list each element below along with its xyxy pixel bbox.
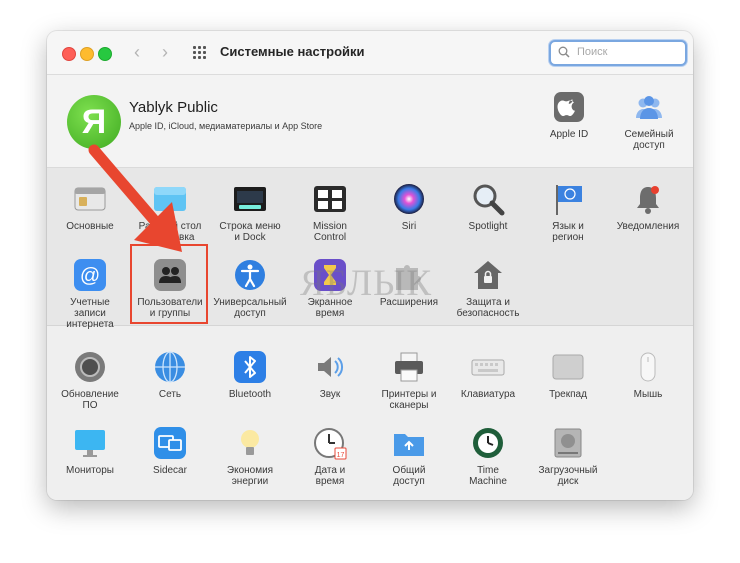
pref-notifications[interactable]: Уведомления: [608, 182, 688, 232]
watermark: ЯБЛЫК: [300, 263, 433, 304]
search-field[interactable]: Поиск: [549, 40, 687, 66]
software-update-icon: [73, 350, 107, 384]
mouse-icon: [631, 350, 665, 384]
pref-energy-saver[interactable]: Экономия энергии: [210, 426, 290, 487]
pref-label: Универсальный доступ: [213, 297, 287, 319]
pref-label: Клавиатура: [460, 389, 516, 400]
window-title: Системные настройки: [220, 44, 365, 59]
pref-label: Звук: [319, 389, 341, 400]
spotlight-icon: [471, 182, 505, 216]
mission-control-icon: [313, 182, 347, 216]
trackpad-icon: [551, 350, 585, 384]
pref-label: Уведомления: [616, 221, 680, 232]
pref-keyboard[interactable]: Клавиатура: [448, 350, 528, 400]
forward-button[interactable]: ›: [155, 41, 175, 63]
search-placeholder: Поиск: [577, 46, 608, 58]
pref-time-machine[interactable]: Time Machine: [448, 426, 528, 487]
keyboard-icon: [471, 350, 505, 384]
speaker-icon: [313, 350, 347, 384]
calendar-date: 17: [337, 452, 345, 459]
bulb-icon: [233, 426, 267, 460]
pref-network[interactable]: Сеть: [130, 350, 210, 400]
apple-icon: [552, 90, 586, 124]
pref-label: Загрузочный диск: [538, 465, 598, 487]
pref-label: Защита и безопасность: [456, 297, 520, 319]
pref-bluetooth[interactable]: Bluetooth: [210, 350, 290, 400]
profile-subtitle: Apple ID, iCloud, медиаматериалы и App S…: [129, 121, 323, 131]
svg-text:@: @: [80, 265, 100, 287]
family-sharing-icon: [632, 90, 666, 124]
pref-siri[interactable]: Siri: [369, 182, 449, 232]
pref-date-time[interactable]: 17 Дата и время: [290, 426, 370, 487]
pref-label: Трекпад: [549, 389, 587, 400]
globe-icon: [153, 350, 187, 384]
pref-label: Язык и регион: [552, 221, 584, 243]
pref-menu-bar-dock[interactable]: Строка меню и Dock: [210, 182, 290, 243]
profile-name: Yablyk Public: [129, 99, 218, 116]
pref-label: Учетные записи интернета: [66, 297, 114, 330]
clock-icon: 17: [313, 426, 347, 460]
pref-sharing[interactable]: Общий доступ: [369, 426, 449, 487]
title-bar: ‹ › Системные настройки Поиск: [47, 31, 693, 75]
house-lock-icon: [471, 258, 505, 292]
pref-language-region[interactable]: Язык и регион: [528, 182, 608, 243]
accessibility-icon: [233, 258, 267, 292]
pref-security-privacy[interactable]: Защита и безопасность: [448, 258, 528, 319]
pref-label: Дата и время: [314, 465, 346, 487]
pref-label: Сеть: [158, 389, 182, 400]
pref-internet-accounts[interactable]: @ Учетные записи интернета: [50, 258, 130, 330]
pref-label: Обновление ПО: [61, 389, 119, 411]
pref-software-update[interactable]: Обновление ПО: [50, 350, 130, 411]
pref-label: Мышь: [633, 389, 663, 400]
pref-label: Общий доступ: [392, 465, 426, 487]
flag-icon: [551, 182, 585, 216]
show-all-grid-icon[interactable]: [193, 46, 207, 60]
time-machine-icon: [471, 426, 505, 460]
dock-icon: [233, 182, 267, 216]
bell-icon: [631, 182, 665, 216]
red-arrow-icon: [88, 144, 182, 252]
pref-label: Sidecar: [153, 465, 187, 476]
pref-accessibility[interactable]: Универсальный доступ: [210, 258, 290, 319]
pref-startup-disk[interactable]: Загрузочный диск: [528, 426, 608, 487]
pref-sound[interactable]: Звук: [290, 350, 370, 400]
pref-label: Bluetooth: [228, 389, 272, 400]
pref-trackpad[interactable]: Трекпад: [528, 350, 608, 400]
pref-label: Spotlight: [468, 221, 508, 232]
pref-sidecar[interactable]: Sidecar: [130, 426, 210, 476]
pref-mouse[interactable]: Мышь: [608, 350, 688, 400]
pref-label: Apple ID: [549, 129, 589, 140]
pref-label: Мониторы: [66, 465, 114, 476]
sharing-folder-icon: [392, 426, 426, 460]
pref-printers-scanners[interactable]: Принтеры и сканеры: [369, 350, 449, 411]
pref-label: Экономия энергии: [226, 465, 274, 487]
pref-label: Mission Control: [313, 221, 347, 243]
zoom-button[interactable]: [98, 47, 112, 61]
pref-displays[interactable]: Мониторы: [50, 426, 130, 476]
pref-label: Строка меню и Dock: [219, 221, 281, 243]
pref-label: Time Machine: [469, 465, 507, 487]
pref-spotlight[interactable]: Spotlight: [448, 182, 528, 232]
sidecar-icon: [153, 426, 187, 460]
search-icon: [558, 46, 570, 58]
bluetooth-icon: [233, 350, 267, 384]
pref-label: Siri: [401, 221, 417, 232]
pref-label: Семейный доступ: [624, 129, 674, 151]
pref-family-sharing[interactable]: Семейный доступ: [609, 90, 689, 151]
display-icon: [73, 426, 107, 460]
close-button[interactable]: [62, 47, 76, 61]
siri-icon: [392, 182, 426, 216]
printer-icon: [392, 350, 426, 384]
pref-label: Принтеры и сканеры: [381, 389, 437, 411]
disk-icon: [551, 426, 585, 460]
at-icon: @: [73, 258, 107, 292]
pref-mission-control[interactable]: Mission Control: [290, 182, 370, 243]
minimize-button[interactable]: [80, 47, 94, 61]
back-button[interactable]: ‹: [127, 41, 147, 63]
avatar[interactable]: Я: [67, 95, 121, 149]
pref-apple-id[interactable]: Apple ID: [529, 90, 609, 140]
